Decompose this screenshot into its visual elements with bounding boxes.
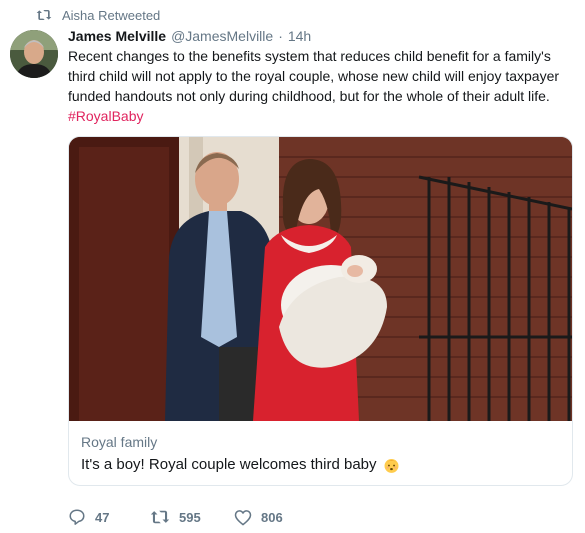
tweet-text: Recent changes to the benefits system th… (68, 46, 573, 126)
header-separator: · (278, 28, 283, 44)
reply-icon (69, 509, 85, 525)
card-body: Royal family It's a boy! Royal couple we… (69, 421, 572, 475)
card-image (69, 137, 572, 421)
like-button[interactable]: 806 (234, 509, 304, 526)
card-domain: Royal family (81, 434, 158, 450)
author-avatar[interactable] (10, 30, 58, 78)
tweet-timestamp[interactable]: 14h (288, 26, 311, 46)
reply-button[interactable]: 47 (68, 508, 140, 526)
baby-emoji-icon (384, 458, 398, 473)
heart-icon (234, 509, 252, 525)
retweet-count: 595 (179, 509, 201, 525)
author-name[interactable]: James Melville (68, 26, 166, 46)
tweet-body: Recent changes to the benefits system th… (68, 48, 560, 104)
author-handle[interactable]: @JamesMelville (171, 26, 273, 46)
card-title-text: It's a boy! Royal couple welcomes third … (81, 456, 377, 473)
retweet-context-text[interactable]: Aisha Retweeted (62, 8, 160, 23)
retweet-context: Aisha Retweeted (36, 6, 160, 24)
retweet-action-icon (150, 510, 170, 524)
like-count: 806 (261, 509, 283, 525)
hashtag-link[interactable]: #RoyalBaby (68, 106, 573, 126)
tweet-header: James Melville @JamesMelville · 14h (68, 26, 573, 46)
tweet-content: James Melville @JamesMelville · 14h Rece… (68, 26, 573, 126)
card-title: It's a boy! Royal couple welcomes third … (81, 455, 560, 475)
tweet-actions: 47 595 806 (68, 505, 304, 529)
retweet-icon (36, 10, 52, 20)
retweet-button[interactable]: 595 (150, 509, 234, 525)
link-card[interactable]: Royal family It's a boy! Royal couple we… (68, 136, 573, 486)
reply-count: 47 (95, 509, 110, 525)
